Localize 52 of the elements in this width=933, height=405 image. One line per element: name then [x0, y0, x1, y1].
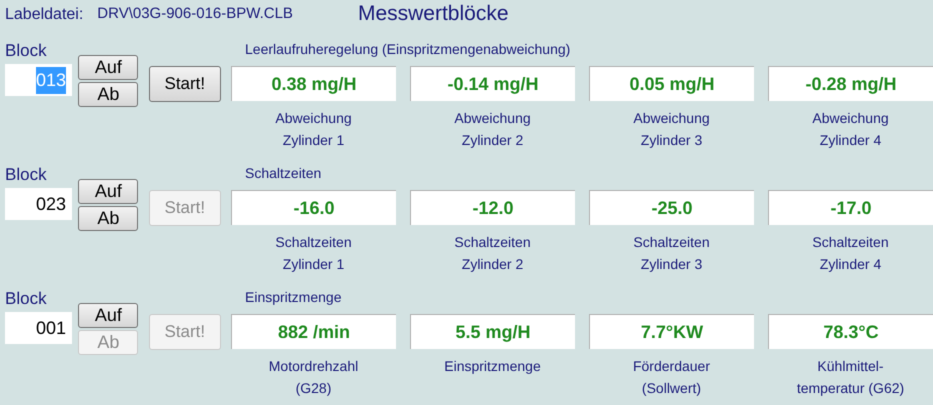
value-display: 882 /min	[231, 314, 396, 349]
block-number-field[interactable]: 001	[5, 312, 72, 344]
value-caption: Zylinder 1	[282, 255, 344, 274]
block-label: Block	[5, 164, 48, 186]
down-button[interactable]: Ab	[78, 206, 138, 231]
value-display: -12.0	[410, 190, 575, 225]
up-button[interactable]: Auf	[78, 303, 138, 328]
group-title: Schaltzeiten	[245, 164, 322, 183]
value-caption: Abweichung	[275, 109, 352, 128]
value-caption: Zylinder 1	[282, 131, 344, 150]
value-caption: Motordrehzahl	[268, 357, 358, 376]
value-caption: Zylinder 2	[462, 131, 524, 150]
value-caption: Schaltzeiten	[454, 233, 531, 252]
value-caption: Zylinder 4	[820, 255, 882, 274]
down-button[interactable]: Ab	[78, 82, 138, 107]
value-caption: Abweichung	[633, 109, 710, 128]
up-button[interactable]: Auf	[78, 179, 138, 204]
value-display: 78.3°C	[768, 314, 933, 349]
start-button[interactable]: Start!	[148, 66, 221, 102]
group-title: Leerlaufruheregelung (Einspritzmengenabweichung)	[245, 40, 572, 59]
labelfile-label: Labeldatei:	[5, 5, 84, 25]
block-label: Block	[5, 40, 48, 62]
value-caption: Förderdauer	[632, 357, 710, 376]
value-caption: Schaltzeiten	[633, 233, 710, 252]
value-caption: temperatur (G62)	[796, 379, 904, 398]
group-title: Einspritzmenge	[245, 288, 342, 307]
value-caption: Zylinder 3	[640, 255, 702, 274]
value-display: -25.0	[589, 190, 754, 225]
value-display: -0.14 mg/H	[410, 66, 575, 101]
value-caption: Schaltzeiten	[812, 233, 889, 252]
value-caption: Schaltzeiten	[275, 233, 352, 252]
value-display: 0.05 mg/H	[589, 66, 754, 101]
value-caption: Einspritzmenge	[444, 357, 541, 376]
value-display: 7.7°KW	[589, 314, 754, 349]
value-display: -16.0	[231, 190, 396, 225]
value-caption: Abweichung	[812, 109, 889, 128]
window-title: Messwertblöcke	[358, 1, 509, 27]
block-label: Block	[5, 288, 48, 310]
value-caption: Kühlmittel-	[817, 357, 884, 376]
value-display: -0.28 mg/H	[768, 66, 933, 101]
up-button[interactable]: Auf	[78, 55, 138, 80]
value-caption: Zylinder 4	[820, 131, 882, 150]
value-display: -17.0	[768, 190, 933, 225]
labelfile-path: DRV\03G-906-016-BPW.CLB	[97, 4, 293, 24]
value-caption: (G28)	[296, 379, 332, 398]
block-number-field[interactable]: 023	[5, 188, 72, 220]
value-caption: Zylinder 3	[640, 131, 702, 150]
value-caption: (Sollwert)	[642, 379, 702, 398]
value-caption: Abweichung	[454, 109, 531, 128]
value-display: 0.38 mg/H	[231, 66, 396, 101]
value-display: 5.5 mg/H	[410, 314, 575, 349]
value-caption: Zylinder 2	[462, 255, 524, 274]
